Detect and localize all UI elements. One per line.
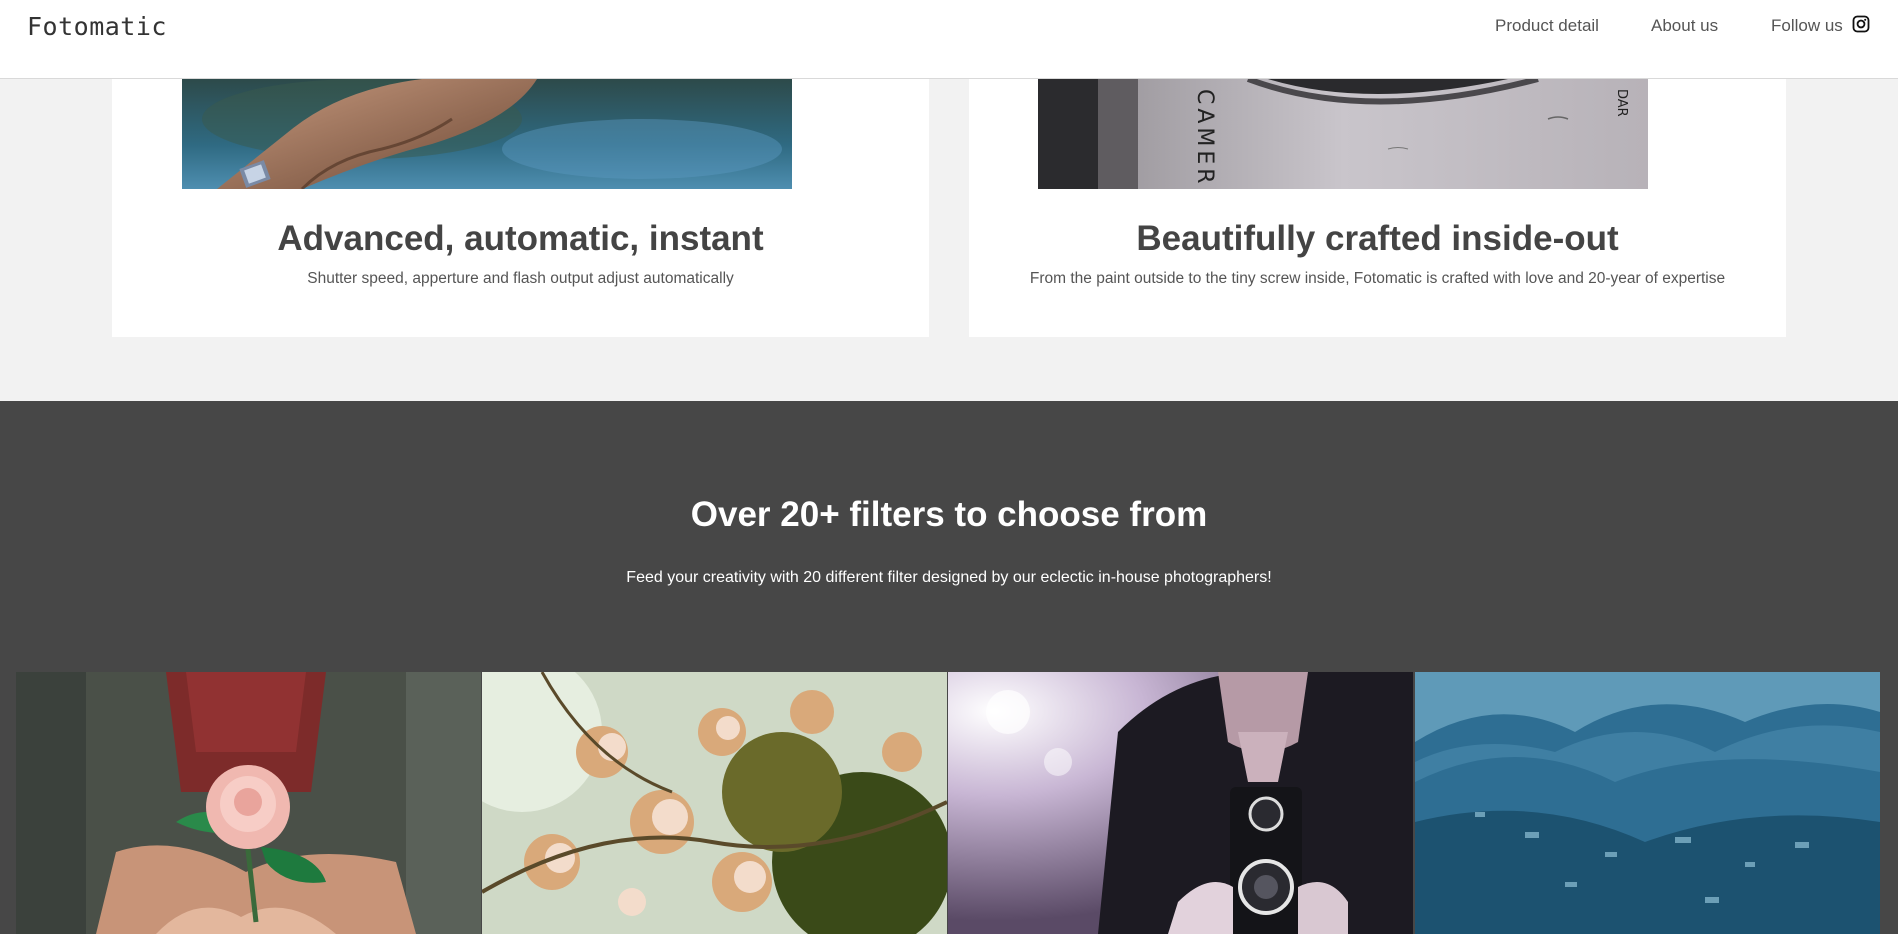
filter-sample-flower[interactable] (16, 672, 481, 934)
feature-title: Beautifully crafted inside-out (1136, 219, 1619, 258)
feature-description: From the paint outside to the tiny screw… (1029, 270, 1726, 287)
filters-section: Over 20+ filters to choose from Feed you… (0, 401, 1898, 934)
navbar: Fotomatic Product detail About us Follow… (0, 0, 1898, 79)
filter-sample-valley[interactable] (1415, 672, 1880, 934)
filter-sample-blossom[interactable] (482, 672, 947, 934)
feature-card-automatic: Advanced, automatic, instant Shutter spe… (112, 79, 929, 337)
feature-title: Advanced, automatic, instant (277, 219, 764, 258)
feature-image-hand (182, 79, 792, 189)
logo[interactable]: Fotomatic (27, 12, 167, 41)
nav-link-follow-us[interactable]: Follow us (1771, 16, 1843, 36)
filters-subtitle: Feed your creativity with 20 different f… (626, 569, 1272, 586)
feature-description: Shutter speed, apperture and flash outpu… (307, 270, 734, 287)
nav-link-about-us[interactable]: About us (1651, 16, 1718, 36)
nav-link-product-detail[interactable]: Product detail (1495, 16, 1599, 36)
filter-sample-photographer[interactable] (948, 672, 1413, 934)
svg-text:CAMER: CAMER (1192, 89, 1217, 188)
instagram-icon[interactable] (1852, 15, 1870, 33)
features-section: Advanced, automatic, instant Shutter spe… (0, 79, 1898, 401)
filter-gallery (16, 672, 1881, 934)
feature-image-camera: CAMER DAR (1038, 79, 1648, 189)
feature-card-crafted: CAMER DAR Beautifully crafted inside-out… (969, 79, 1786, 337)
filters-title: Over 20+ filters to choose from (690, 495, 1208, 534)
svg-text:DAR: DAR (1614, 89, 1629, 117)
